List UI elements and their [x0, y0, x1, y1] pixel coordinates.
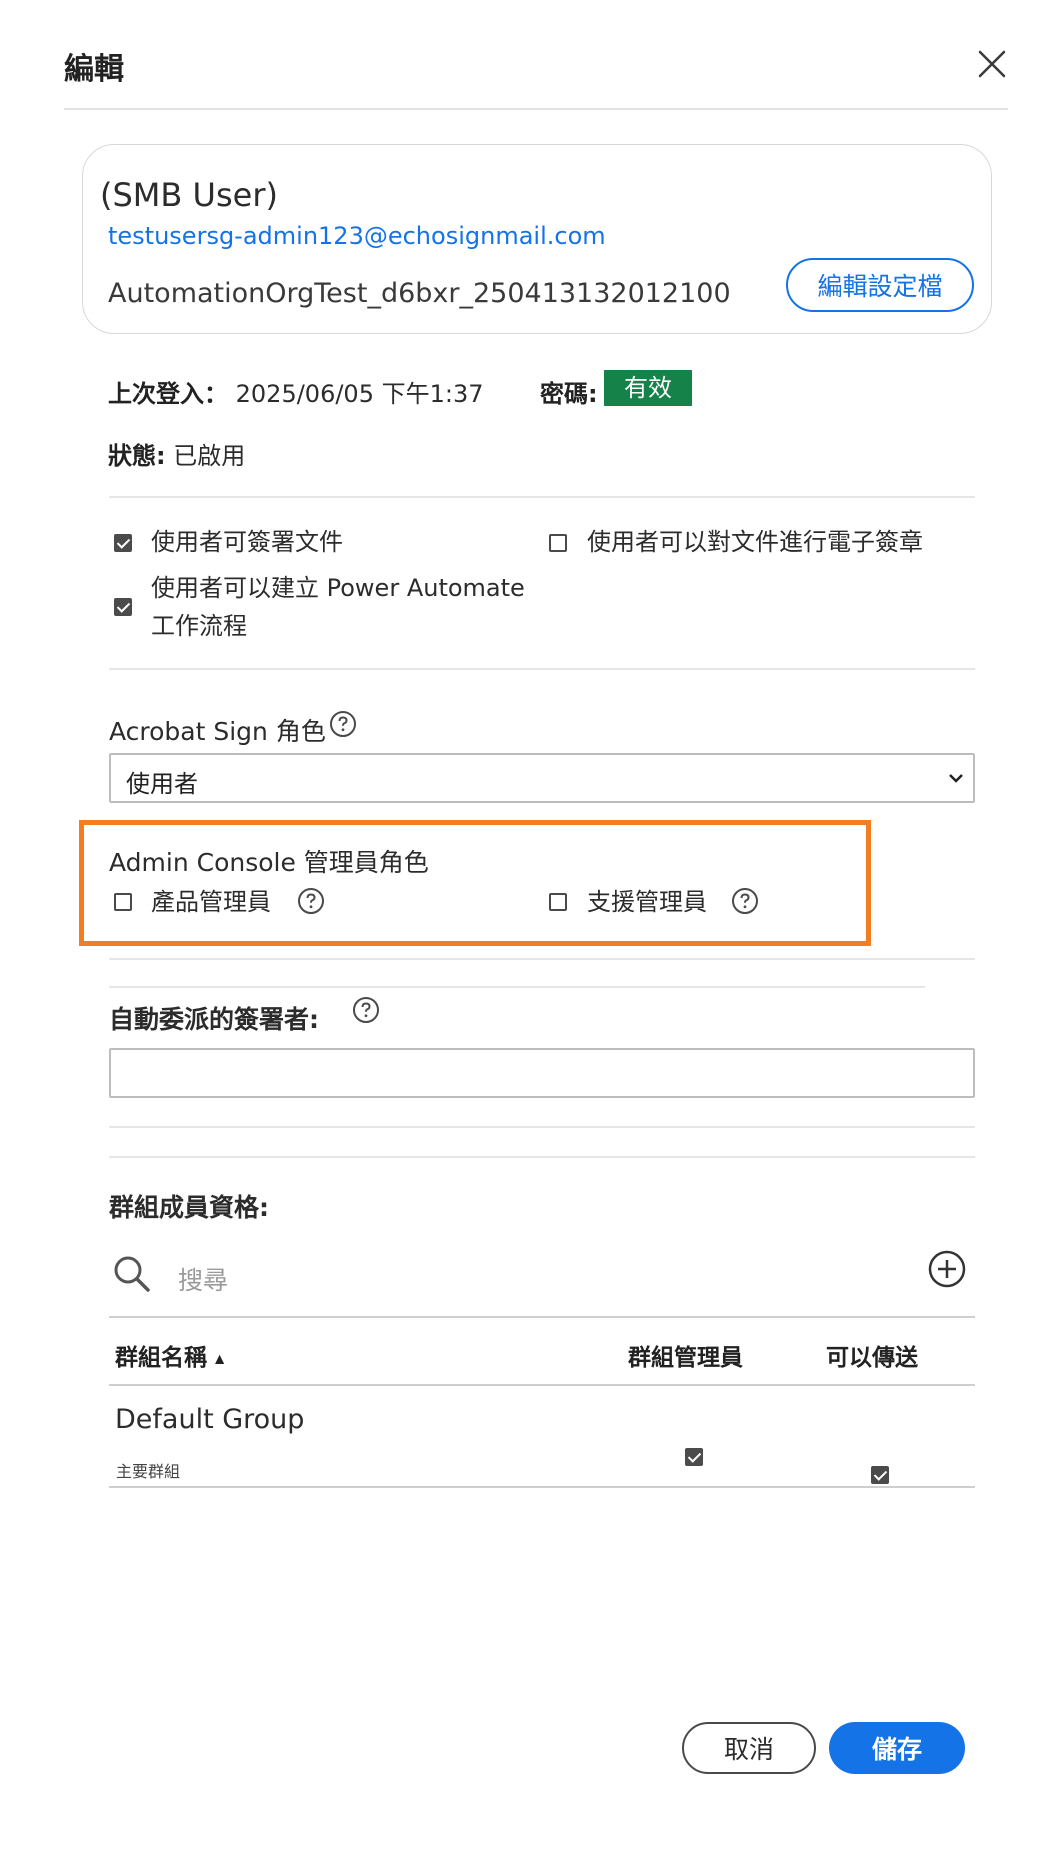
profile-email-link[interactable]: testusersg-admin123@echosignmail.com — [108, 222, 606, 250]
cancel-button[interactable]: 取消 — [682, 1722, 816, 1774]
divider — [109, 1126, 975, 1128]
dialog-title: 編輯 — [64, 52, 124, 87]
status-label: 狀態: — [108, 442, 166, 470]
search-icon — [112, 1254, 152, 1294]
profile-name: (SMB User) — [100, 176, 278, 214]
group-membership-label: 群組成員資格: — [109, 1193, 269, 1222]
table-row-border — [109, 1486, 975, 1488]
permission-esign-checkbox[interactable] — [549, 534, 567, 552]
permission-sign-checkbox[interactable] — [114, 534, 132, 552]
header-divider — [64, 108, 1008, 110]
divider — [109, 1156, 975, 1158]
column-header-group-admin: 群組管理員 — [628, 1345, 743, 1371]
auto-delegate-label: 自動委派的簽署者: — [109, 1005, 319, 1034]
chevron-down-icon — [948, 770, 964, 784]
divider — [109, 496, 975, 498]
admin-console-highlight — [79, 820, 871, 946]
divider — [109, 668, 975, 670]
divider — [109, 958, 975, 960]
profile-org: AutomationOrgTest_d6bxr_250413132012100 — [108, 278, 731, 309]
column-header-group-name[interactable]: 群組名稱 ▲ — [115, 1338, 224, 1372]
can-send-checkbox[interactable] — [871, 1466, 889, 1484]
status-value: 已啟用 — [173, 442, 246, 470]
group-row-name: Default Group — [115, 1404, 305, 1435]
permission-power-automate-label-line2: 工作流程 — [151, 612, 247, 640]
group-row-subtitle: 主要群組 — [116, 1462, 181, 1481]
table-top-border — [109, 1316, 975, 1318]
account-status: 狀態: 已啟用 — [108, 436, 245, 471]
sign-role-selected: 使用者 — [126, 770, 198, 798]
help-icon[interactable] — [297, 887, 325, 915]
table-header-border — [109, 1384, 975, 1386]
password-label: 密碼: — [540, 380, 598, 408]
support-admin-label: 支援管理員 — [587, 888, 707, 916]
admin-console-label: Admin Console 管理員角色 — [109, 848, 429, 877]
group-admin-checkbox[interactable] — [685, 1448, 703, 1466]
sort-ascending-icon: ▲ — [215, 1351, 225, 1366]
column-header-can-send: 可以傳送 — [826, 1345, 918, 1371]
auto-delegate-input[interactable] — [109, 1048, 975, 1098]
permission-sign-label: 使用者可簽署文件 — [151, 528, 343, 556]
help-icon[interactable] — [731, 887, 759, 915]
last-login-value: 2025/06/05 下午1:37 — [235, 380, 484, 408]
help-icon[interactable] — [352, 996, 380, 1024]
column-header-group-name-label: 群組名稱 — [115, 1345, 207, 1371]
support-admin-checkbox[interactable] — [549, 893, 567, 911]
sign-role-select[interactable] — [109, 753, 975, 803]
password-status-badge: 有效 — [604, 370, 692, 406]
permission-power-automate-checkbox[interactable] — [114, 598, 132, 616]
divider — [109, 986, 925, 988]
permission-power-automate-label: 使用者可以建立 Power Automate — [151, 574, 525, 602]
last-login-label: 上次登入： — [108, 380, 228, 408]
last-login: 上次登入： 2025/06/05 下午1:37 — [108, 374, 484, 409]
group-search-input[interactable]: 搜尋 — [178, 1261, 228, 1297]
edit-profile-button[interactable]: 編輯設定檔 — [786, 258, 974, 312]
save-button[interactable]: 儲存 — [829, 1722, 965, 1774]
product-admin-label: 產品管理員 — [151, 888, 271, 916]
help-icon[interactable] — [329, 710, 357, 738]
product-admin-checkbox[interactable] — [114, 893, 132, 911]
add-icon[interactable] — [928, 1250, 966, 1288]
close-icon[interactable] — [972, 44, 1012, 84]
sign-role-label: Acrobat Sign 角色 — [109, 717, 326, 746]
permission-esign-label: 使用者可以對文件進行電子簽章 — [587, 528, 923, 556]
